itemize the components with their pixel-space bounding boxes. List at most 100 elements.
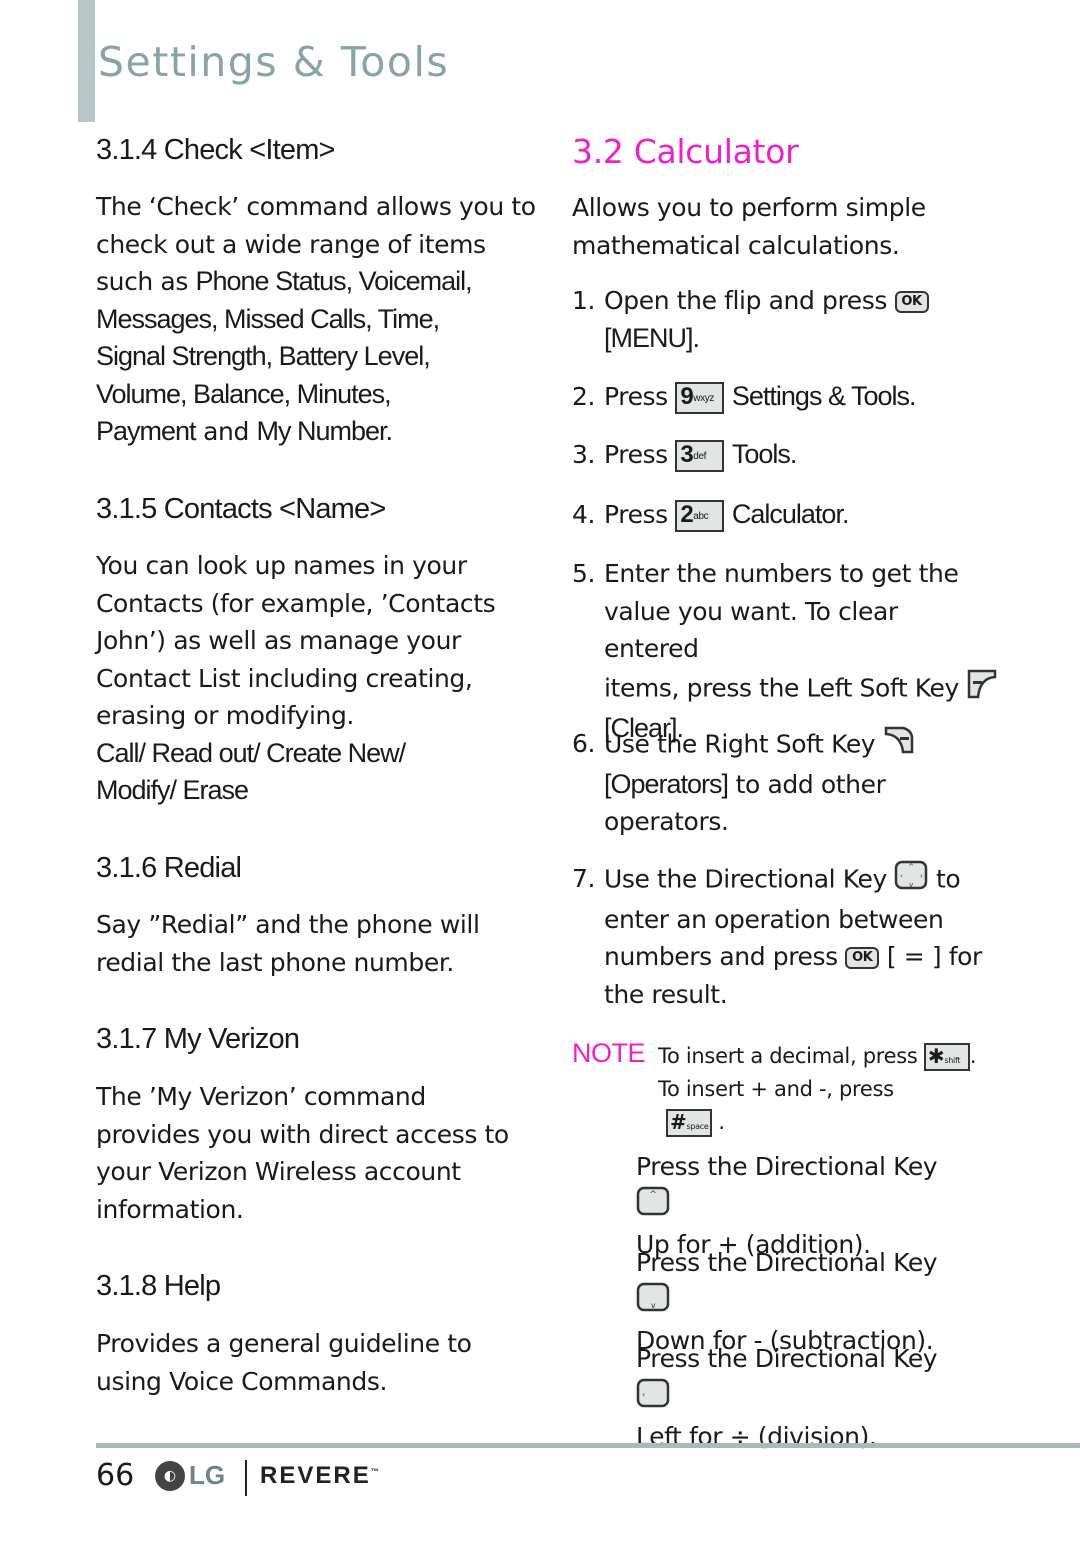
key-digit: 2 — [680, 501, 694, 528]
text-line: Press — [604, 382, 668, 411]
step-text: Use the Directional Key ^ v ‹ › to enter an… — [604, 860, 999, 1013]
section-body-help: Provides a general guideline to using Vo… — [96, 1325, 472, 1400]
key-9-icon: 9wxyz — [675, 382, 725, 414]
text-line: redial the last phone number. — [96, 947, 454, 977]
brand-text: REVERE — [260, 1462, 371, 1489]
key-digit: 3 — [680, 441, 694, 468]
calculator-intro: Allows you to perform simple mathematica… — [572, 189, 926, 264]
text-line: provides you with direct access to — [96, 1119, 509, 1149]
ok-key-icon: OK — [845, 947, 880, 969]
key-letters: abc — [693, 511, 709, 522]
step-text: Open the flip and press OK [MENU]. — [604, 282, 999, 357]
lg-logo-text: LG — [189, 1460, 226, 1490]
text-line: Contact List including creating, — [96, 663, 473, 693]
right-soft-key-icon — [883, 725, 915, 766]
step-number: 1. — [572, 286, 596, 315]
text-line: Tools. — [731, 439, 798, 469]
text-line: Volume, Balance, Minutes, — [96, 378, 392, 409]
brand-name: REVERE™ — [260, 1462, 379, 1490]
section-heading-my-verizon: 3.1.7 My Verizon — [96, 1023, 300, 1055]
text-line: The ‘Check’ command allows you to — [96, 192, 536, 221]
text-line: [ = ] for — [886, 942, 982, 971]
step-number: 2. — [572, 382, 596, 411]
key-letters: def — [693, 451, 706, 462]
step-number: 4. — [572, 500, 596, 529]
text-line: Messages, Missed Calls, Time, — [96, 303, 440, 334]
text-line: numbers and press — [604, 942, 838, 971]
svg-text:v: v — [910, 881, 914, 889]
text-line: Use the Directional Key — [604, 864, 887, 894]
text-line: [Operators] — [604, 768, 729, 799]
text-line: Enter the numbers to get the — [604, 559, 959, 588]
text-line: You can look up names in your — [96, 551, 467, 580]
hash-space-key-icon: #space — [666, 1109, 712, 1137]
text-line: To insert + and -, press — [658, 1077, 894, 1101]
key-2-icon: 2abc — [675, 500, 725, 532]
section-heading-contacts: 3.1.5 Contacts <Name> — [96, 493, 386, 525]
text-line: John’) as well as manage your — [96, 626, 461, 655]
trademark: ™ — [370, 1467, 379, 1476]
key-main: ✱ — [927, 1044, 945, 1068]
step-number: 7. — [572, 864, 596, 893]
text-line: erasing or modifying. — [96, 701, 354, 730]
text-line: Phone Status, Voicemail, — [195, 266, 473, 296]
page-number: 66 — [96, 1458, 135, 1493]
text-line: to add other — [728, 769, 886, 799]
text-line: Press the Directional Key — [636, 1152, 938, 1181]
section-body-my-verizon: The ’My Verizon’ command provides you wi… — [96, 1078, 509, 1228]
section-body-contacts: You can look up names in your Contacts (… — [96, 547, 496, 810]
section-body-check: The ‘Check’ command allows you to check … — [96, 188, 536, 451]
text-line: Press — [604, 440, 668, 469]
text-line: enter an operation between — [604, 904, 944, 934]
section-heading-help: 3.1.8 Help — [96, 1270, 221, 1302]
text-line: Press the Directional Key — [636, 1344, 938, 1373]
svg-text:‹: ‹ — [642, 1390, 645, 1399]
brand-separator — [245, 1460, 247, 1496]
step-number: 5. — [572, 559, 596, 588]
text-line: . — [969, 1044, 977, 1068]
text-line: Modify/ Erase — [96, 775, 249, 805]
lg-logo: ◐ LG — [155, 1460, 225, 1491]
text-line: your Verizon Wireless account — [96, 1157, 461, 1186]
text-line: To insert a decimal, press — [658, 1044, 918, 1068]
text-line: value you want. To clear entered — [604, 596, 898, 664]
text-line: and — [195, 417, 257, 446]
left-soft-key-icon — [966, 668, 998, 711]
step-text: Press 3def Tools. — [604, 436, 999, 474]
calculator-heading: 3.2 Calculator — [572, 132, 799, 171]
text-line: such as — [96, 267, 196, 296]
text-line: Contacts (for example, ’Contacts — [96, 588, 496, 618]
note-text: To insert a decimal, press ✱shift . To i… — [658, 1040, 978, 1139]
header-side-bar — [78, 0, 95, 122]
ok-key-icon: OK — [894, 291, 929, 313]
section-body-redial: Say ”Redial” and the phone will redial t… — [96, 906, 480, 981]
step-text: Press 9wxyz Settings & Tools. — [604, 378, 999, 416]
text-line: Calculator. — [731, 499, 850, 529]
directional-key-icon: ^ v ‹ › — [894, 860, 928, 901]
text-line: Press — [604, 500, 668, 529]
step-text: Use the Right Soft Key [Operators] to ad… — [604, 725, 999, 841]
text-line: . — [718, 1110, 725, 1134]
text-line: items, press the Left Soft Key — [604, 672, 959, 702]
text-line: the result. — [604, 979, 728, 1009]
text-line: Open the flip and press — [604, 286, 888, 315]
key-letters: wxyz — [693, 393, 714, 404]
text-line: operators. — [604, 807, 729, 836]
svg-text:^: ^ — [909, 863, 915, 871]
text-line: Signal Strength, Battery Level, — [96, 341, 431, 371]
text-line: to — [936, 864, 961, 894]
text-line: Allows you to perform simple — [572, 193, 926, 222]
text-line: Use the Right Soft Key — [604, 729, 876, 759]
step-number: 6. — [572, 729, 596, 758]
key-3-icon: 3def — [675, 440, 725, 472]
text-line: My Number. — [256, 416, 394, 446]
section-heading-check: 3.1.4 Check <Item> — [96, 134, 335, 166]
svg-text:v: v — [651, 1301, 656, 1310]
lg-logo-icon: ◐ — [155, 1460, 185, 1491]
text-line: Payment — [96, 416, 197, 446]
footer-divider — [96, 1443, 1080, 1448]
text-line: check out a wide range of items — [96, 229, 486, 259]
key-main: # — [670, 1110, 687, 1134]
directional-up-key-icon: ^ — [636, 1186, 670, 1227]
star-shift-key-icon: ✱shift — [923, 1043, 970, 1071]
